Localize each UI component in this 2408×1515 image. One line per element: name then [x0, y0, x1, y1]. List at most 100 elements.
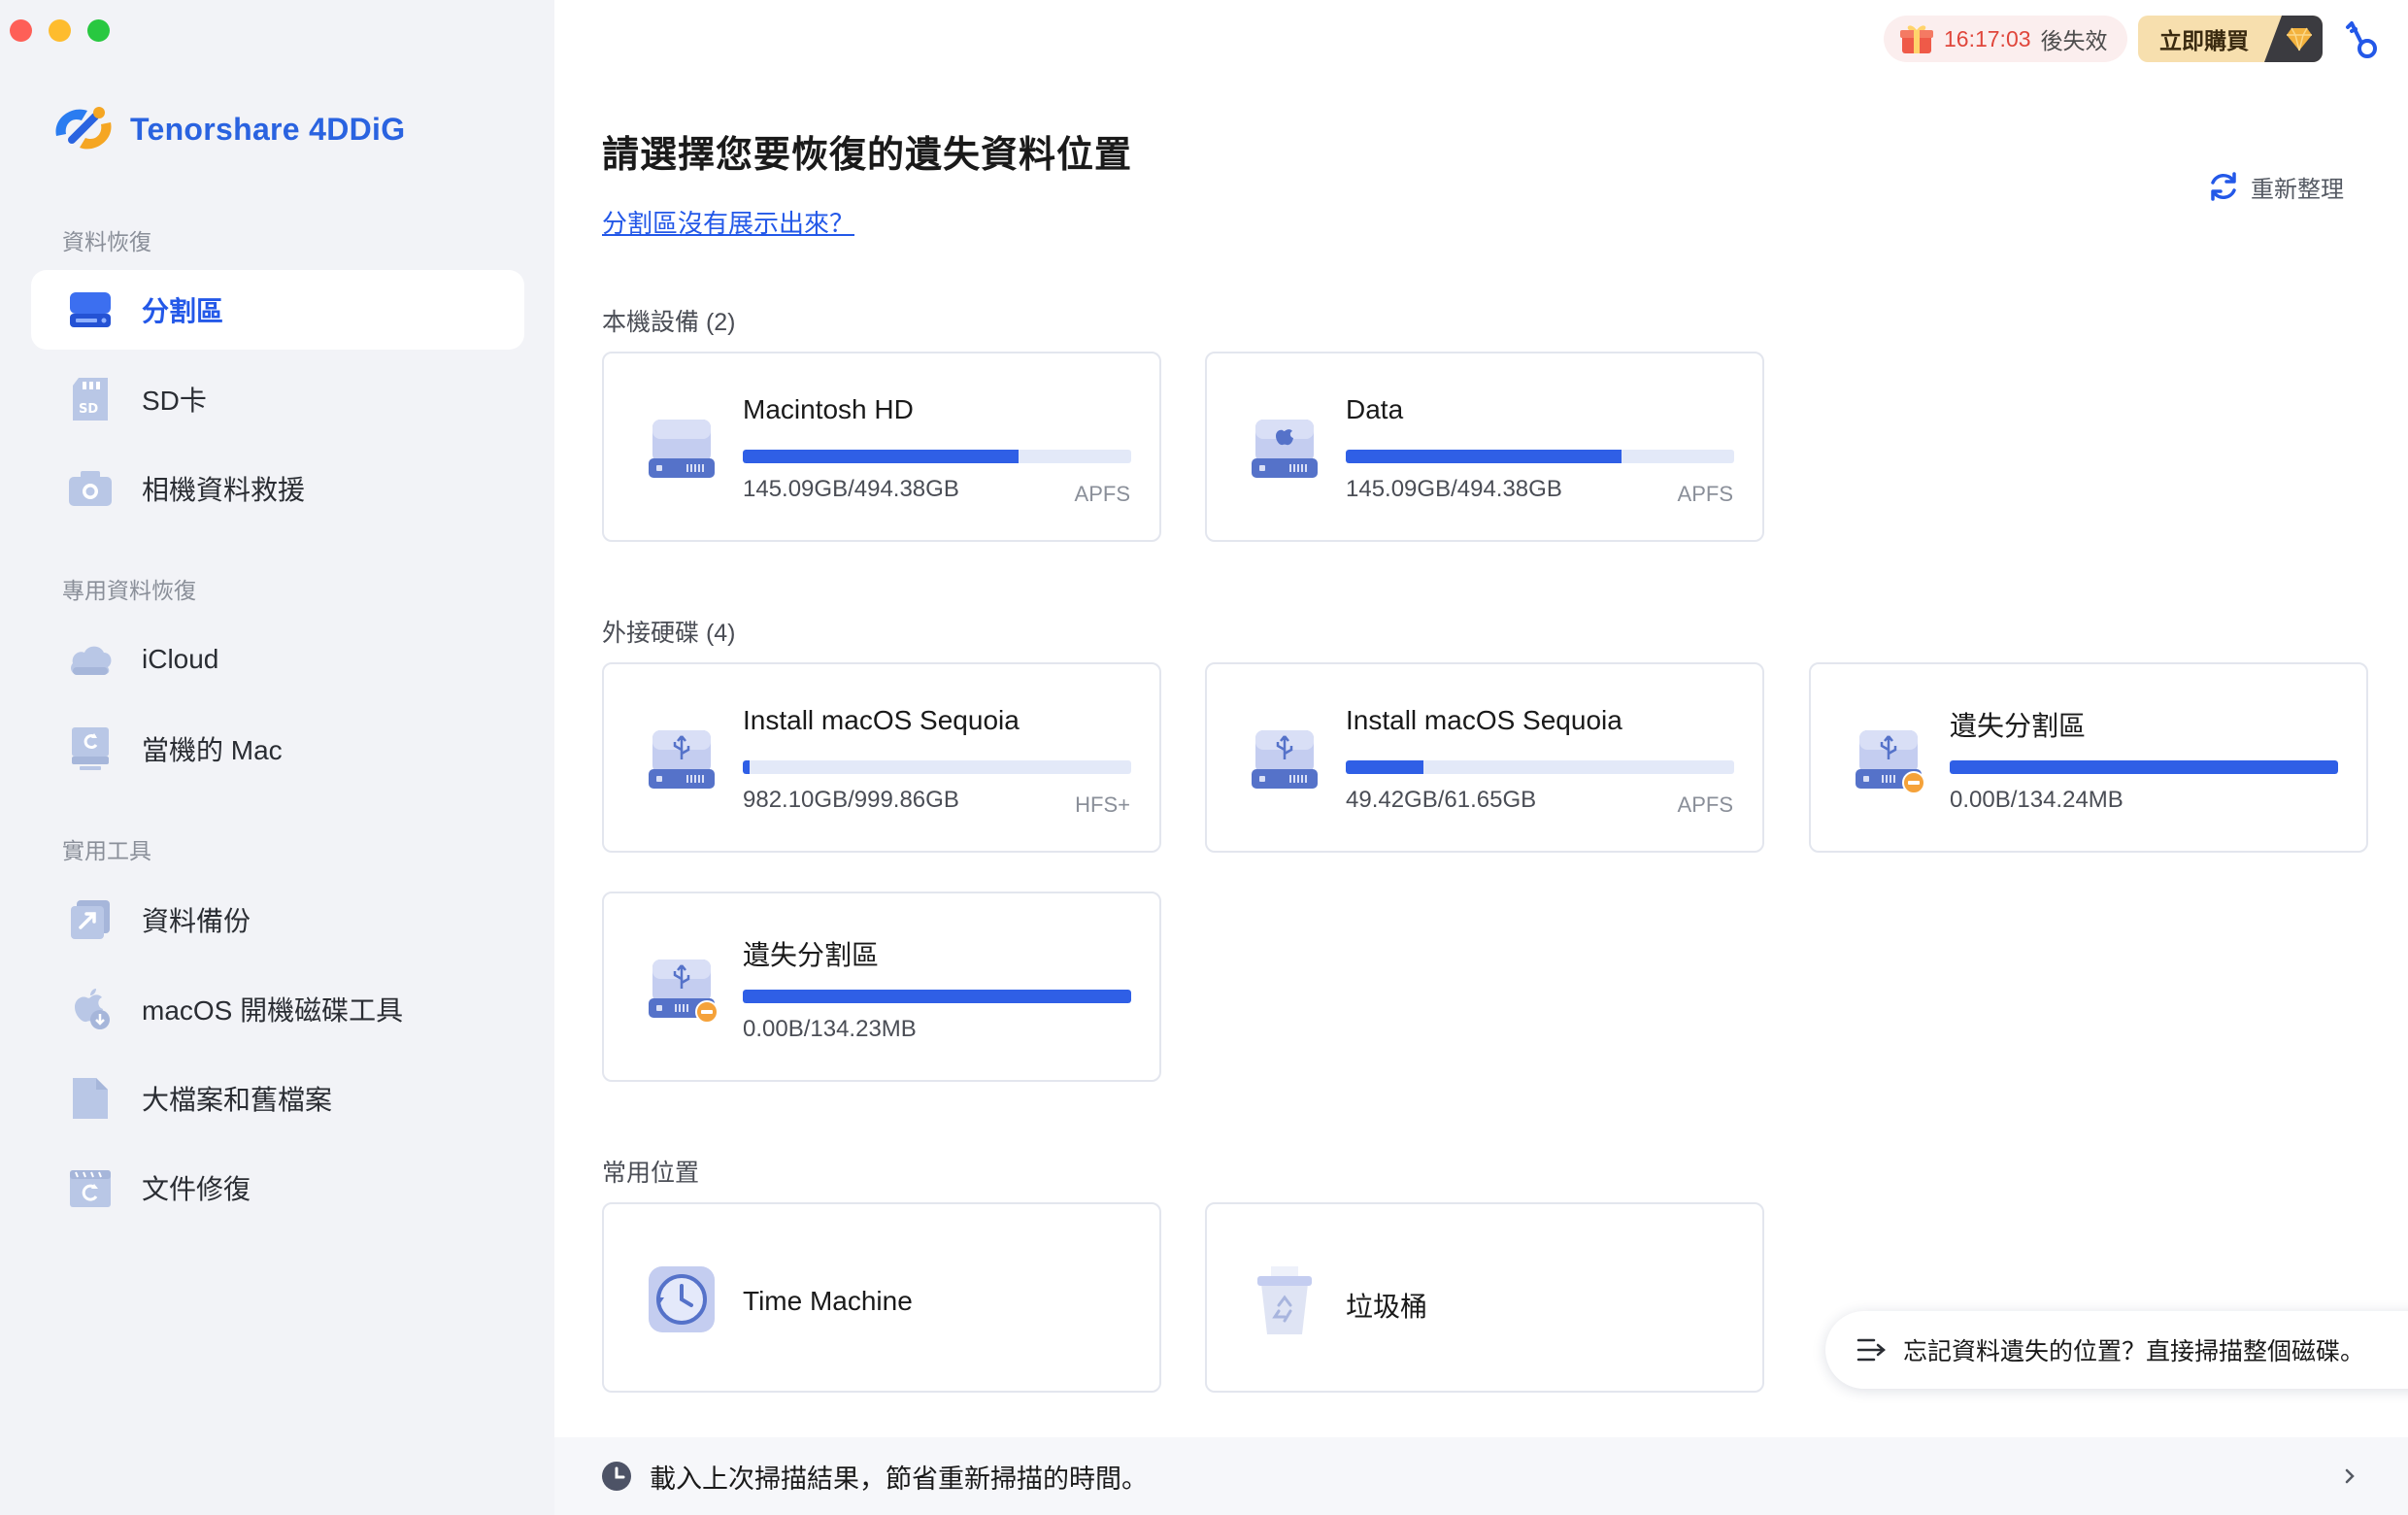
apple-boot-icon	[66, 985, 115, 1033]
buy-now-label: 立即購買	[2159, 22, 2249, 55]
drive-usage-bar	[743, 450, 1131, 463]
refresh-icon	[2206, 169, 2241, 204]
sd-card-icon: SD	[66, 375, 115, 423]
lost-partition-drive-icon	[1850, 721, 1927, 798]
minimize-window-button[interactable]	[49, 19, 71, 42]
sidebar-item-crashed-mac[interactable]: 當機的 Mac	[31, 709, 524, 789]
sidebar-item-label: iCloud	[142, 644, 218, 675]
hard-drive-icon	[643, 410, 720, 488]
drive-size: 0.00B/134.24MB	[1950, 787, 2124, 814]
drive-size: 0.00B/134.23MB	[743, 1016, 917, 1043]
time-machine-icon	[643, 1261, 720, 1338]
sidebar-item-label: 分割區	[142, 290, 223, 329]
drive-card[interactable]: Install macOS Sequoia 49.42GB/61.65GB AP…	[1205, 662, 1764, 853]
drive-name: Install macOS Sequoia	[743, 705, 1020, 736]
backup-icon	[66, 895, 115, 944]
drive-size: 49.42GB/61.65GB	[1346, 787, 1536, 814]
drive-name: 遺失分割區	[1950, 705, 2086, 744]
sidebar-item-label: 大檔案和舊檔案	[142, 1079, 332, 1118]
sidebar-item-label: 相機資料救援	[142, 469, 305, 508]
svg-text:SD: SD	[79, 402, 98, 417]
load-last-scan-bar[interactable]: 載入上次掃描結果，節省重新掃描的時間。	[554, 1437, 2408, 1515]
clock-icon	[601, 1461, 632, 1492]
drive-usage-bar	[1346, 450, 1734, 463]
drive-usage-bar	[743, 760, 1131, 774]
load-last-scan-text: 載入上次掃描結果，節省重新掃描的時間。	[650, 1458, 1148, 1496]
sidebar-item-label: 資料備份	[142, 900, 251, 939]
drive-card[interactable]: 遺失分割區 0.00B/134.24MB	[1809, 662, 2368, 853]
location-name: 垃圾桶	[1346, 1286, 1427, 1325]
apple-drive-icon	[1246, 410, 1323, 488]
location-card-trash[interactable]: 垃圾桶	[1205, 1202, 1764, 1393]
lost-partition-drive-icon	[643, 950, 720, 1027]
drive-size: 982.10GB/999.86GB	[743, 787, 959, 814]
drive-size: 145.09GB/494.38GB	[743, 476, 959, 503]
partition-missing-help-link[interactable]: 分割區沒有展示出來？	[602, 204, 854, 240]
sidebar-item-label: SD卡	[142, 380, 207, 419]
sidebar-item-label: 當機的 Mac	[142, 729, 283, 768]
refresh-label: 重新整理	[2251, 170, 2344, 204]
window-controls	[10, 19, 110, 42]
sidebar-item-document-repair[interactable]: 文件修復	[31, 1148, 524, 1228]
timer-countdown: 16:17:03	[1944, 26, 2031, 52]
external-drives-label: 外接硬碟 (4)	[602, 614, 736, 649]
sidebar-item-large-old-files[interactable]: 大檔案和舊檔案	[31, 1059, 524, 1138]
local-devices-label: 本機設備 (2)	[602, 303, 736, 338]
drive-card[interactable]: Install macOS Sequoia 982.10GB/999.86GB …	[602, 662, 1161, 853]
drive-card[interactable]: Data 145.09GB/494.38GB APFS	[1205, 352, 1764, 542]
usb-drive-icon	[643, 721, 720, 798]
usb-drive-icon	[1246, 721, 1323, 798]
sidebar-item-partition[interactable]: 分割區	[31, 270, 524, 350]
drive-card[interactable]: 遺失分割區 0.00B/134.23MB	[602, 892, 1161, 1082]
drive-filesystem: APFS	[1075, 482, 1130, 507]
crashed-mac-icon	[66, 724, 115, 773]
common-locations-label: 常用位置	[602, 1154, 699, 1189]
promo-timer[interactable]: 16:17:03 後失效	[1884, 16, 2127, 62]
drive-name: Data	[1346, 394, 1403, 425]
document-repair-icon	[66, 1163, 115, 1212]
drive-size: 145.09GB/494.38GB	[1346, 476, 1562, 503]
drive-name: Macintosh HD	[743, 394, 914, 425]
buy-now-button[interactable]: 立即購買	[2138, 16, 2323, 62]
drive-card[interactable]: Macintosh HD 145.09GB/494.38GB APFS	[602, 352, 1161, 542]
app-logo: Tenorshare 4DDiG	[49, 97, 405, 161]
license-key-icon[interactable]	[2344, 17, 2383, 60]
diamond-icon	[2264, 16, 2323, 62]
chevron-right-icon[interactable]	[2334, 1461, 2365, 1492]
scan-list-icon	[1856, 1337, 1886, 1363]
timer-suffix: 後失效	[2041, 22, 2108, 55]
drive-name: 遺失分割區	[743, 934, 879, 973]
location-name: Time Machine	[743, 1286, 913, 1317]
refresh-button[interactable]: 重新整理	[2206, 169, 2344, 204]
section-data-recovery: 資料恢復	[62, 223, 151, 256]
file-icon	[66, 1074, 115, 1123]
cloud-icon	[66, 635, 115, 684]
tenorshare-logo-icon	[49, 97, 118, 161]
drive-name: Install macOS Sequoia	[1346, 705, 1622, 736]
gift-icon	[1899, 22, 1934, 55]
camera-icon	[66, 464, 115, 513]
close-window-button[interactable]	[10, 19, 32, 42]
sidebar-item-label: macOS 開機磁碟工具	[142, 990, 403, 1028]
drive-usage-bar	[1346, 760, 1734, 774]
zoom-window-button[interactable]	[87, 19, 110, 42]
page-title: 請選擇您要恢復的遺失資料位置	[602, 124, 1132, 178]
section-special-recovery: 專用資料恢復	[62, 572, 196, 605]
location-card-time-machine[interactable]: Time Machine	[602, 1202, 1161, 1393]
drive-filesystem: APFS	[1678, 792, 1733, 818]
drive-usage-bar	[1950, 760, 2338, 774]
drive-usage-bar	[743, 990, 1131, 1003]
trash-icon	[1246, 1261, 1323, 1338]
sidebar-item-label: 文件修復	[142, 1168, 251, 1207]
sidebar-item-sd-card[interactable]: SD SD卡	[31, 359, 524, 439]
sidebar-item-camera-recovery[interactable]: 相機資料救援	[31, 449, 524, 528]
sidebar-item-backup[interactable]: 資料備份	[31, 880, 524, 960]
sidebar: Tenorshare 4DDiG 資料恢復 分割區 SD SD卡 相機資料救援 …	[0, 0, 554, 1515]
sidebar-item-icloud[interactable]: iCloud	[31, 620, 524, 699]
section-utilities: 實用工具	[62, 832, 151, 865]
scan-whole-disk-tip[interactable]: 忘記資料遺失的位置？直接掃描整個磁碟。	[1825, 1311, 2408, 1389]
drive-icon	[66, 286, 115, 334]
sidebar-item-macos-boot-tool[interactable]: macOS 開機磁碟工具	[31, 969, 524, 1049]
app-name: Tenorshare 4DDiG	[130, 112, 405, 148]
tip-text: 忘記資料遺失的位置？直接掃描整個磁碟。	[1903, 1332, 2364, 1367]
